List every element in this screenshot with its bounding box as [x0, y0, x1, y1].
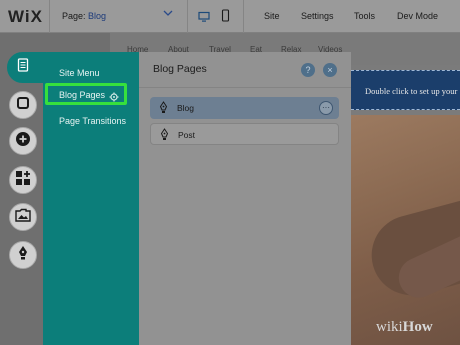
- watermark-part: wiki: [376, 319, 403, 335]
- background-button[interactable]: [9, 91, 37, 119]
- toolbar-divider: [243, 0, 244, 33]
- chevron-down-icon[interactable]: [163, 9, 173, 20]
- menu-item-site-menu[interactable]: Site Menu: [59, 68, 100, 78]
- watermark-part: How: [402, 319, 433, 335]
- mobile-view-icon[interactable]: [221, 9, 230, 27]
- banner-text: Double click to set up your: [365, 86, 458, 96]
- menu-item-page-transitions[interactable]: Page Transitions: [59, 116, 126, 126]
- page-row-post[interactable]: Post: [150, 123, 339, 145]
- more-options-icon[interactable]: ···: [319, 101, 333, 115]
- page-row-label: Post: [178, 130, 196, 140]
- menu-dev-mode[interactable]: Dev Mode: [397, 11, 438, 21]
- blog-pen-icon: [160, 128, 169, 146]
- help-button[interactable]: ?: [301, 63, 315, 77]
- toolbar-divider: [49, 0, 50, 33]
- add-button[interactable]: [9, 127, 37, 155]
- media-icon: [15, 208, 31, 227]
- add-apps-icon: [15, 170, 31, 191]
- wikihow-watermark: wikiHow: [376, 319, 433, 336]
- add-apps-button[interactable]: [9, 166, 37, 194]
- toolbar-divider: [187, 0, 188, 33]
- page-selector-value: Blog: [88, 11, 107, 21]
- menu-settings[interactable]: Settings: [301, 11, 334, 21]
- top-toolbar: WiX Page: Blog Site Settings Tools Dev M…: [0, 0, 460, 33]
- page-selector[interactable]: Page: Blog: [62, 11, 106, 21]
- blog-button[interactable]: [9, 241, 37, 269]
- desktop-view-icon[interactable]: [198, 10, 210, 28]
- menu-site[interactable]: Site: [264, 11, 280, 21]
- page-selector-prefix: Page:: [62, 11, 86, 21]
- pages-icon: [17, 58, 29, 77]
- panel-divider: [139, 87, 351, 88]
- wix-logo: WiX: [8, 7, 43, 26]
- beach-photo[interactable]: [351, 115, 460, 345]
- panel-title: Blog Pages: [153, 63, 207, 75]
- blog-pen-icon: [159, 101, 168, 119]
- add-icon: [15, 131, 31, 152]
- page-row-blog[interactable]: Blog ···: [150, 97, 339, 119]
- highlight-box: [45, 83, 127, 105]
- background-icon: [16, 96, 30, 115]
- menu-tools[interactable]: Tools: [354, 11, 375, 21]
- blog-pages-panel: [139, 52, 351, 345]
- page-row-label: Blog: [177, 103, 195, 113]
- media-button[interactable]: [9, 203, 37, 231]
- pages-button[interactable]: [7, 52, 38, 83]
- close-button[interactable]: ×: [323, 63, 337, 77]
- blog-pen-icon: [17, 245, 29, 266]
